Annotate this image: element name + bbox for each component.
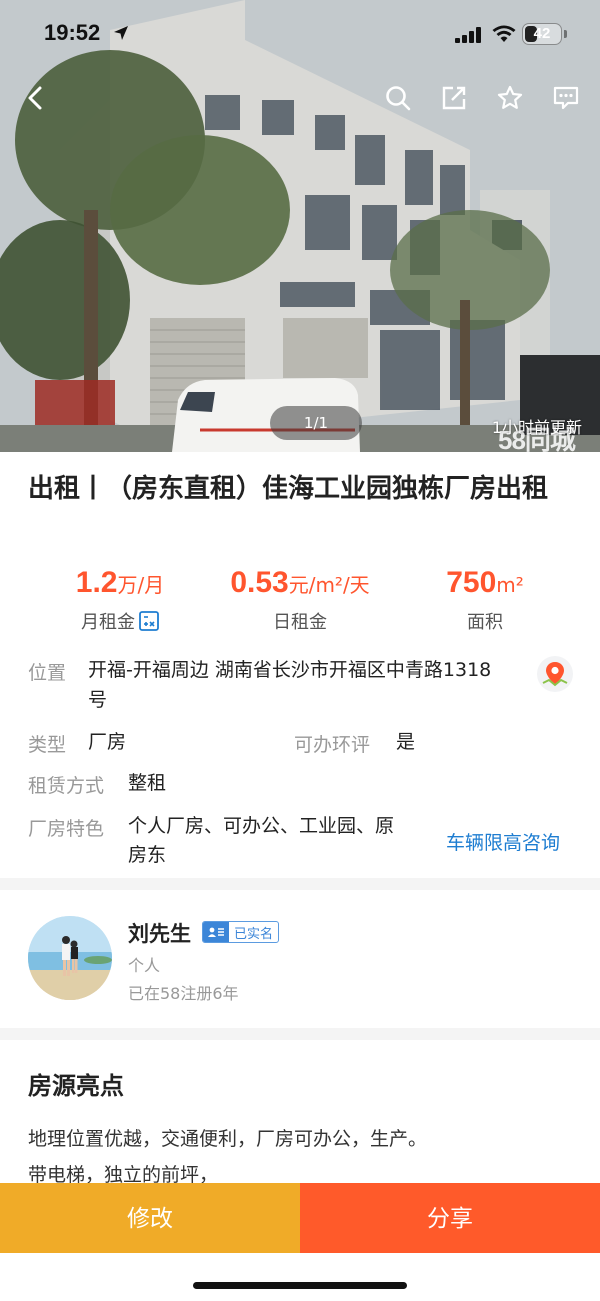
share-button[interactable]: 分享 (300, 1183, 600, 1253)
back-icon[interactable] (22, 84, 50, 112)
photo-counter: 1/1 (270, 406, 362, 440)
vehicle-height-link[interactable]: 车辆限高咨询 (446, 828, 560, 855)
eia-label: 可办环评 (294, 734, 371, 756)
battery-indicator: 42 (522, 23, 562, 45)
avatar-photo (28, 916, 112, 1000)
type-value: 厂房 (88, 731, 127, 753)
verified-badge: 已实名 (202, 921, 280, 943)
id-card-icon (203, 922, 229, 942)
battery-cap (564, 30, 567, 38)
wifi-icon (492, 25, 516, 42)
location-label: 位置 (28, 662, 67, 684)
monthly-rent-value: 1.2 (75, 566, 118, 599)
features-label: 厂房特色 (28, 818, 105, 840)
features-line-2: 房东 (128, 844, 167, 866)
lease-label: 租赁方式 (28, 775, 105, 797)
area-label: 面积 (467, 612, 503, 633)
section-divider (0, 1028, 600, 1040)
status-time: 19:52 (44, 20, 101, 45)
verified-label: 已实名 (234, 926, 274, 942)
monthly-rent-label: 月租金 (81, 612, 135, 633)
features-line-1: 个人厂房、可办公、工业园、原 (128, 815, 395, 837)
area-unit: m² (496, 573, 524, 597)
home-indicator-area (0, 1253, 600, 1301)
search-icon[interactable] (384, 84, 412, 112)
lease-value: 整租 (128, 772, 167, 794)
location-line-2: 号 (88, 689, 108, 711)
owner-type: 个人 (128, 956, 161, 975)
edit-button[interactable]: 修改 (0, 1183, 300, 1253)
daily-rent-value: 0.53 (230, 566, 289, 599)
status-bar: 19:52 42 (0, 0, 600, 70)
favorite-star-icon[interactable] (496, 84, 524, 112)
area-value: 750 (446, 566, 497, 599)
owner-registration: 已在58注册6年 (128, 984, 239, 1003)
eia-value: 是 (396, 731, 416, 753)
map-pin-icon (542, 662, 568, 687)
message-icon[interactable] (552, 84, 580, 112)
daily-rent: 0.53元/m²/天 日租金 (210, 566, 390, 634)
update-time: 1小时前更新 (491, 418, 582, 437)
monthly-rent-unit: 万/月 (117, 573, 165, 597)
cellular-signal-icon (455, 27, 481, 43)
avatar[interactable] (28, 916, 112, 1000)
type-label: 类型 (28, 734, 67, 756)
listing-photo[interactable]: 19:52 42 1/1 58同城 1小时前更新 (0, 0, 600, 452)
owner-name: 刘先生 (128, 922, 191, 946)
section-divider (0, 878, 600, 890)
highlight-line-1: 地理位置优越，交通便利，厂房可办公，生产。 (28, 1128, 428, 1150)
calculator-icon[interactable] (139, 611, 159, 631)
daily-rent-label: 日租金 (273, 612, 327, 633)
monthly-rent: 1.2万/月 月租金 (40, 566, 200, 634)
daily-rent-unit: 元/m²/天 (288, 573, 370, 597)
area: 750m² 面积 (410, 566, 560, 634)
listing-title: 出租丨（房东直租）佳海工业园独栋厂房出租 (28, 474, 549, 504)
map-pin-button[interactable] (537, 656, 573, 692)
location-line-1: 开福-开福周边 湖南省长沙市开福区中青路1318 (88, 659, 492, 681)
location-arrow-icon (114, 26, 128, 40)
battery-level: 42 (533, 25, 551, 42)
highlights-title: 房源亮点 (28, 1072, 124, 1100)
share-icon[interactable] (440, 84, 468, 112)
home-indicator[interactable] (193, 1282, 407, 1289)
